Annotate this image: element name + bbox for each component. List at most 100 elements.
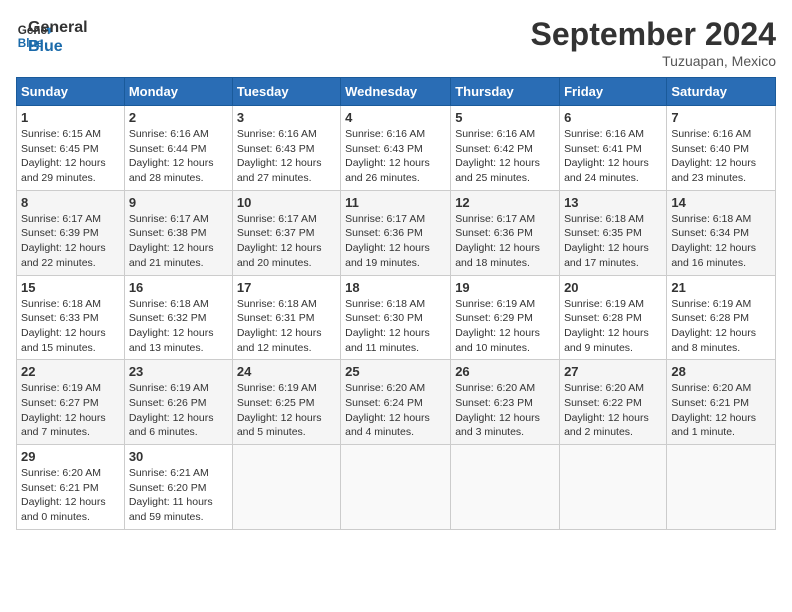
calendar-week-row: 15 Sunrise: 6:18 AMSunset: 6:33 PMDayligh… <box>17 275 776 360</box>
day-info: Sunrise: 6:19 AMSunset: 6:27 PMDaylight:… <box>21 381 120 440</box>
day-number: 27 <box>564 364 662 379</box>
day-info: Sunrise: 6:18 AMSunset: 6:31 PMDaylight:… <box>237 297 336 356</box>
calendar-cell: 9 Sunrise: 6:17 AMSunset: 6:38 PMDaylight… <box>124 190 232 275</box>
day-info: Sunrise: 6:18 AMSunset: 6:35 PMDaylight:… <box>564 212 662 271</box>
day-number: 23 <box>129 364 228 379</box>
day-header-tuesday: Tuesday <box>232 78 340 106</box>
day-number: 12 <box>455 195 555 210</box>
day-number: 17 <box>237 280 336 295</box>
logo: General Blue General Blue <box>16 16 88 56</box>
day-info: Sunrise: 6:20 AMSunset: 6:21 PMDaylight:… <box>671 381 771 440</box>
day-number: 21 <box>671 280 771 295</box>
day-info: Sunrise: 6:20 AMSunset: 6:22 PMDaylight:… <box>564 381 662 440</box>
day-number: 3 <box>237 110 336 125</box>
day-info: Sunrise: 6:17 AMSunset: 6:37 PMDaylight:… <box>237 212 336 271</box>
calendar-cell: 29 Sunrise: 6:20 AMSunset: 6:21 PMDayligh… <box>17 445 125 530</box>
calendar-cell: 1Sunrise: 6:15 AMSunset: 6:45 PMDaylight… <box>17 106 125 191</box>
day-info: Sunrise: 6:19 AMSunset: 6:25 PMDaylight:… <box>237 381 336 440</box>
calendar-cell: 5 Sunrise: 6:16 AMSunset: 6:42 PMDaylight… <box>451 106 560 191</box>
calendar-cell: 11 Sunrise: 6:17 AMSunset: 6:36 PMDayligh… <box>341 190 451 275</box>
day-info: Sunrise: 6:18 AMSunset: 6:30 PMDaylight:… <box>345 297 446 356</box>
day-info: Sunrise: 6:19 AMSunset: 6:28 PMDaylight:… <box>564 297 662 356</box>
day-number: 7 <box>671 110 771 125</box>
calendar-week-row: 8 Sunrise: 6:17 AMSunset: 6:39 PMDaylight… <box>17 190 776 275</box>
day-number: 11 <box>345 195 446 210</box>
day-header-sunday: Sunday <box>17 78 125 106</box>
logo-general: General <box>28 18 88 37</box>
calendar-cell: 18 Sunrise: 6:18 AMSunset: 6:30 PMDayligh… <box>341 275 451 360</box>
calendar-cell: 23 Sunrise: 6:19 AMSunset: 6:26 PMDayligh… <box>124 360 232 445</box>
day-number: 22 <box>21 364 120 379</box>
calendar-cell <box>232 445 340 530</box>
calendar-week-row: 22 Sunrise: 6:19 AMSunset: 6:27 PMDayligh… <box>17 360 776 445</box>
calendar-cell <box>451 445 560 530</box>
day-number: 6 <box>564 110 662 125</box>
day-info: Sunrise: 6:21 AMSunset: 6:20 PMDaylight:… <box>129 466 228 525</box>
day-number: 8 <box>21 195 120 210</box>
day-info: Sunrise: 6:16 AMSunset: 6:42 PMDaylight:… <box>455 127 555 186</box>
calendar-cell: 21 Sunrise: 6:19 AMSunset: 6:28 PMDayligh… <box>667 275 776 360</box>
day-info: Sunrise: 6:17 AMSunset: 6:36 PMDaylight:… <box>345 212 446 271</box>
calendar-cell: 17 Sunrise: 6:18 AMSunset: 6:31 PMDayligh… <box>232 275 340 360</box>
calendar-cell: 22 Sunrise: 6:19 AMSunset: 6:27 PMDayligh… <box>17 360 125 445</box>
day-number: 20 <box>564 280 662 295</box>
calendar-cell: 28 Sunrise: 6:20 AMSunset: 6:21 PMDayligh… <box>667 360 776 445</box>
calendar-cell: 14Sunrise: 6:18 AMSunset: 6:34 PMDayligh… <box>667 190 776 275</box>
calendar-cell: 7 Sunrise: 6:16 AMSunset: 6:40 PMDaylight… <box>667 106 776 191</box>
day-info: Sunrise: 6:17 AMSunset: 6:38 PMDaylight:… <box>129 212 228 271</box>
logo-blue: Blue <box>28 37 88 56</box>
day-number: 24 <box>237 364 336 379</box>
day-number: 10 <box>237 195 336 210</box>
calendar-cell: 10 Sunrise: 6:17 AMSunset: 6:37 PMDayligh… <box>232 190 340 275</box>
day-number: 29 <box>21 449 120 464</box>
day-info: Sunrise: 6:16 AMSunset: 6:44 PMDaylight:… <box>129 127 228 186</box>
calendar-header-row: SundayMondayTuesdayWednesdayThursdayFrid… <box>17 78 776 106</box>
day-header-friday: Friday <box>560 78 667 106</box>
day-number: 19 <box>455 280 555 295</box>
day-info: Sunrise: 6:15 AMSunset: 6:45 PMDaylight:… <box>21 127 120 186</box>
day-info: Sunrise: 6:16 AMSunset: 6:43 PMDaylight:… <box>237 127 336 186</box>
location-subtitle: Tuzuapan, Mexico <box>531 53 776 69</box>
calendar-cell: 16Sunrise: 6:18 AMSunset: 6:32 PMDayligh… <box>124 275 232 360</box>
day-header-monday: Monday <box>124 78 232 106</box>
day-info: Sunrise: 6:18 AMSunset: 6:33 PMDaylight:… <box>21 297 120 356</box>
day-info: Sunrise: 6:19 AMSunset: 6:26 PMDaylight:… <box>129 381 228 440</box>
day-number: 15 <box>21 280 120 295</box>
calendar-cell: 2 Sunrise: 6:16 AMSunset: 6:44 PMDaylight… <box>124 106 232 191</box>
calendar-week-row: 29 Sunrise: 6:20 AMSunset: 6:21 PMDayligh… <box>17 445 776 530</box>
calendar-cell: 30 Sunrise: 6:21 AMSunset: 6:20 PMDayligh… <box>124 445 232 530</box>
day-number: 4 <box>345 110 446 125</box>
day-number: 18 <box>345 280 446 295</box>
day-number: 30 <box>129 449 228 464</box>
day-info: Sunrise: 6:16 AMSunset: 6:40 PMDaylight:… <box>671 127 771 186</box>
day-number: 9 <box>129 195 228 210</box>
calendar-cell: 12Sunrise: 6:17 AMSunset: 6:36 PMDayligh… <box>451 190 560 275</box>
day-info: Sunrise: 6:18 AMSunset: 6:32 PMDaylight:… <box>129 297 228 356</box>
calendar-table: SundayMondayTuesdayWednesdayThursdayFrid… <box>16 77 776 530</box>
day-info: Sunrise: 6:19 AMSunset: 6:28 PMDaylight:… <box>671 297 771 356</box>
header: General Blue General Blue September 2024… <box>16 16 776 69</box>
day-number: 28 <box>671 364 771 379</box>
calendar-cell: 4Sunrise: 6:16 AMSunset: 6:43 PMDaylight… <box>341 106 451 191</box>
calendar-cell: 25 Sunrise: 6:20 AMSunset: 6:24 PMDayligh… <box>341 360 451 445</box>
title-area: September 2024 Tuzuapan, Mexico <box>531 16 776 69</box>
day-header-saturday: Saturday <box>667 78 776 106</box>
day-number: 5 <box>455 110 555 125</box>
day-info: Sunrise: 6:19 AMSunset: 6:29 PMDaylight:… <box>455 297 555 356</box>
calendar-cell: 19 Sunrise: 6:19 AMSunset: 6:29 PMDayligh… <box>451 275 560 360</box>
calendar-cell: 15 Sunrise: 6:18 AMSunset: 6:33 PMDayligh… <box>17 275 125 360</box>
day-info: Sunrise: 6:20 AMSunset: 6:24 PMDaylight:… <box>345 381 446 440</box>
day-info: Sunrise: 6:16 AMSunset: 6:41 PMDaylight:… <box>564 127 662 186</box>
calendar-cell: 3 Sunrise: 6:16 AMSunset: 6:43 PMDaylight… <box>232 106 340 191</box>
calendar-week-row: 1Sunrise: 6:15 AMSunset: 6:45 PMDaylight… <box>17 106 776 191</box>
month-title: September 2024 <box>531 16 776 53</box>
calendar-cell: 27 Sunrise: 6:20 AMSunset: 6:22 PMDayligh… <box>560 360 667 445</box>
day-number: 13 <box>564 195 662 210</box>
day-number: 2 <box>129 110 228 125</box>
day-number: 26 <box>455 364 555 379</box>
day-number: 25 <box>345 364 446 379</box>
day-info: Sunrise: 6:17 AMSunset: 6:39 PMDaylight:… <box>21 212 120 271</box>
day-info: Sunrise: 6:20 AMSunset: 6:23 PMDaylight:… <box>455 381 555 440</box>
calendar-cell <box>667 445 776 530</box>
day-info: Sunrise: 6:20 AMSunset: 6:21 PMDaylight:… <box>21 466 120 525</box>
